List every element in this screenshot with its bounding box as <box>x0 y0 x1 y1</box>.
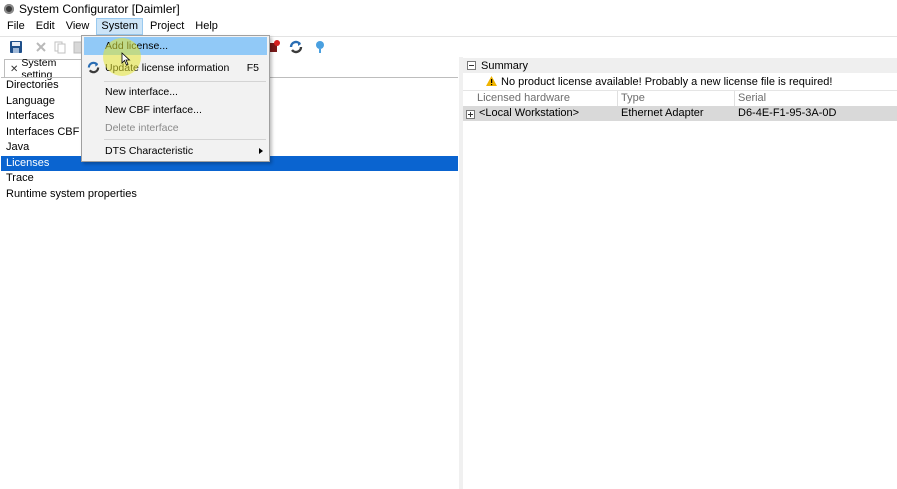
refresh-icon <box>87 61 100 80</box>
summary-panel: Summary No product license available! Pr… <box>463 57 897 489</box>
menu-separator <box>104 81 266 82</box>
cell-hardware: <Local Workstation> <box>479 107 580 119</box>
menu-item-delete-interface: Delete interface <box>105 122 179 134</box>
cell-type: Ethernet Adapter <box>621 107 704 119</box>
menu-system[interactable]: System <box>96 18 144 35</box>
menu-edit[interactable]: Edit <box>32 18 59 35</box>
column-serial[interactable]: Serial <box>738 91 766 106</box>
shortcut-f5: F5 <box>246 62 259 74</box>
warning-icon <box>486 75 497 89</box>
system-menu-dropdown: Add license... Update license informatio… <box>81 35 270 162</box>
expand-icon[interactable] <box>463 110 480 119</box>
summary-title: Summary <box>481 59 529 72</box>
save-icon[interactable] <box>9 40 23 54</box>
title-bar: System Configurator [Daimler] <box>0 0 897 18</box>
tab-system-settings[interactable]: ✕ System setting <box>4 57 86 81</box>
submenu-arrow-icon <box>259 148 263 154</box>
column-divider[interactable] <box>734 91 735 106</box>
collapse-icon[interactable] <box>467 61 476 70</box>
menu-item-update-license-information[interactable]: Update license information F5 <box>84 59 267 77</box>
menu-item-add-license[interactable]: Add license... <box>84 37 267 55</box>
help-icon[interactable] <box>313 40 327 54</box>
table-row[interactable]: <Local Workstation> Ethernet Adapter D6-… <box>463 106 897 121</box>
summary-header[interactable]: Summary <box>463 58 897 73</box>
app-icon <box>4 4 14 14</box>
menu-file[interactable]: File <box>3 18 29 35</box>
delete-icon[interactable] <box>34 40 48 54</box>
list-item-runtime-system-properties[interactable]: Runtime system properties <box>1 187 458 203</box>
menu-project[interactable]: Project <box>146 18 188 35</box>
table-header: Licensed hardware Type Serial <box>463 90 897 107</box>
window-title: System Configurator [Daimler] <box>19 2 180 16</box>
column-divider[interactable] <box>617 91 618 106</box>
menu-view[interactable]: View <box>62 18 94 35</box>
warning-text: No product license available! Probably a… <box>501 76 833 88</box>
cell-serial: D6-4E-F1-95-3A-0D <box>738 107 837 119</box>
menu-item-new-interface[interactable]: New interface... <box>84 83 267 101</box>
mouse-pointer-icon <box>121 52 131 69</box>
column-licensed-hardware[interactable]: Licensed hardware <box>477 91 570 106</box>
column-type[interactable]: Type <box>621 91 645 106</box>
list-item-trace[interactable]: Trace <box>1 171 458 187</box>
refresh-icon[interactable] <box>289 40 303 54</box>
license-warning: No product license available! Probably a… <box>463 74 897 90</box>
copy-icon[interactable] <box>53 40 67 54</box>
menu-bar: File Edit View System Project Help <box>0 18 897 35</box>
menu-item-dts-characteristic[interactable]: DTS Characteristic <box>84 142 267 160</box>
menu-item-new-cbf-interface[interactable]: New CBF interface... <box>84 101 267 119</box>
menu-help[interactable]: Help <box>191 18 222 35</box>
tools-icon: ✕ <box>10 63 19 75</box>
menu-separator <box>104 139 266 140</box>
